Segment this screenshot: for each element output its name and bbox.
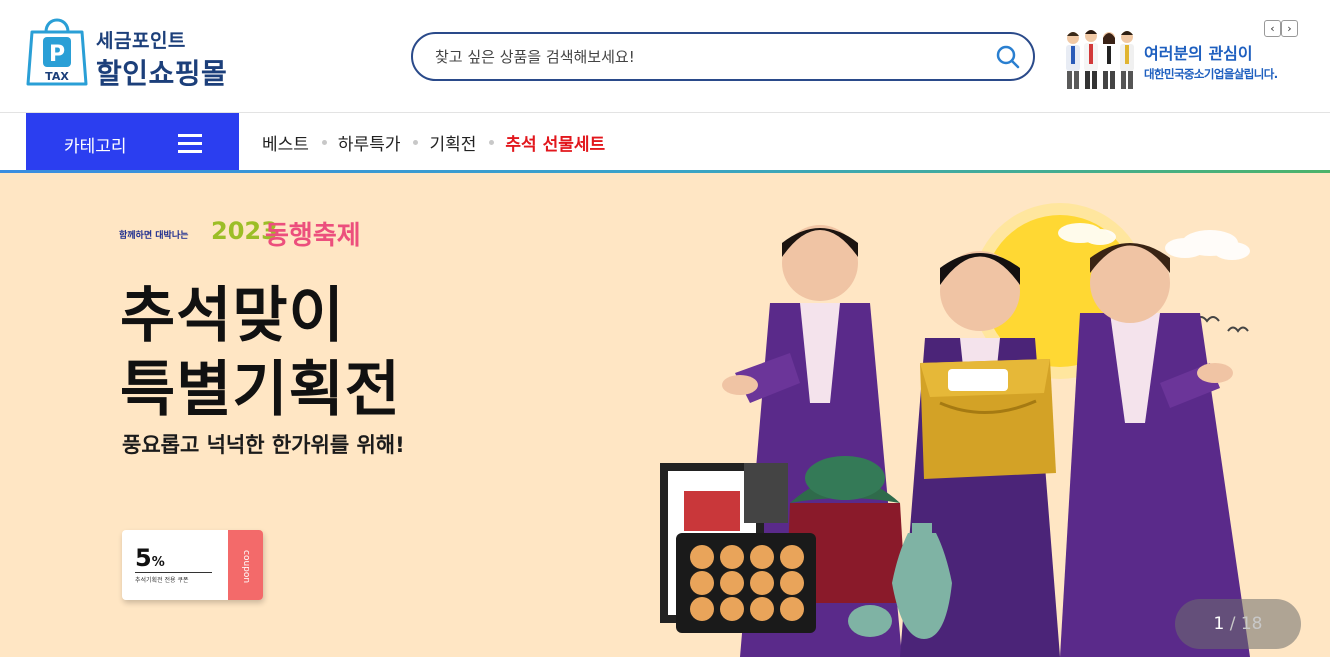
coupon-percent: 5% [135,544,165,572]
promo-line1: 여러분의 관심이 [1144,44,1253,63]
business-people-illustration [1066,30,1134,89]
promo-banner[interactable]: 여러분의 관심이 대한민국중소기업을살립니다. ‹ › [1063,18,1313,98]
nav-item-daily-deal[interactable]: 하루특가 [338,130,401,155]
site-logo[interactable]: P TAX 세금포인트 할인쇼핑몰 [26,12,246,92]
nav-menu: 베스트 하루특가 기획전 추석 선물세트 [262,130,605,155]
category-label: 카테고리 [64,137,127,157]
festival-tagline: 함께하면 대박나는 [119,231,189,241]
shopping-bag-logo-icon: P TAX [26,18,88,86]
promo-prev-button[interactable]: ‹ [1264,20,1281,37]
coupon-card[interactable]: 5% 추석기획전 전용 쿠폰 coupon [122,530,263,600]
chuseok-models-illustration [660,203,1250,657]
coupon-divider [135,572,212,573]
coupon-body: 5% 추석기획전 전용 쿠폰 [122,530,228,600]
banner-title-line2: 특별기획전 [120,355,401,425]
banner-subtitle: 풍요롭고 넉넉한 한가위를 위해! [122,433,405,457]
nav-item-exhibition[interactable]: 기획전 [429,130,476,155]
category-button[interactable]: 카테고리 [26,113,239,174]
coupon-tab: coupon [228,530,263,600]
nav-separator [489,140,495,145]
main-banner-slide[interactable]: 함께하면 대박나는 2023 동행축제 추석맞이 특별기획전 풍요롭고 넉넉한 … [0,173,1330,657]
search-input[interactable] [435,44,975,70]
apple-basket [676,533,816,633]
search-icon [996,45,1020,69]
main-nav: 카테고리 베스트 하루특가 기획전 추석 선물세트 [0,112,1330,174]
slide-current: 1 [1213,614,1225,634]
search-bar [411,32,1035,81]
slide-counter: 1 / 18 [1175,599,1301,649]
slide-total: 18 [1240,614,1263,634]
chevron-left-icon: ‹ [1270,22,1275,35]
logo-line1: 세금포인트 [96,30,186,52]
promo-next-button[interactable]: › [1281,20,1298,37]
nav-item-chuseok-gift-set[interactable]: 추석 선물세트 [505,130,605,155]
hamburger-icon [178,134,202,153]
logo-badge-letter: P [49,42,65,67]
festival-name: 동행축제 [265,221,361,251]
chevron-right-icon: › [1287,22,1292,35]
site-header: P TAX 세금포인트 할인쇼핑몰 찾고 싶은 상품을 검색해보세요! 여러분의… [0,0,1330,112]
search-button[interactable] [995,44,1021,70]
nav-separator [321,140,327,145]
slide-separator: / [1224,614,1241,634]
logo-line2: 할인쇼핑몰 [96,57,228,90]
coupon-tab-label: coupon [241,550,251,584]
gold-gift-box [920,359,1056,479]
coupon-description: 추석기획전 전용 쿠폰 [135,577,189,584]
promo-line2: 대한민국중소기업을살립니다. [1144,67,1278,81]
nav-separator [413,140,419,145]
nav-item-best[interactable]: 베스트 [262,130,309,155]
logo-badge-text: TAX [45,70,69,83]
